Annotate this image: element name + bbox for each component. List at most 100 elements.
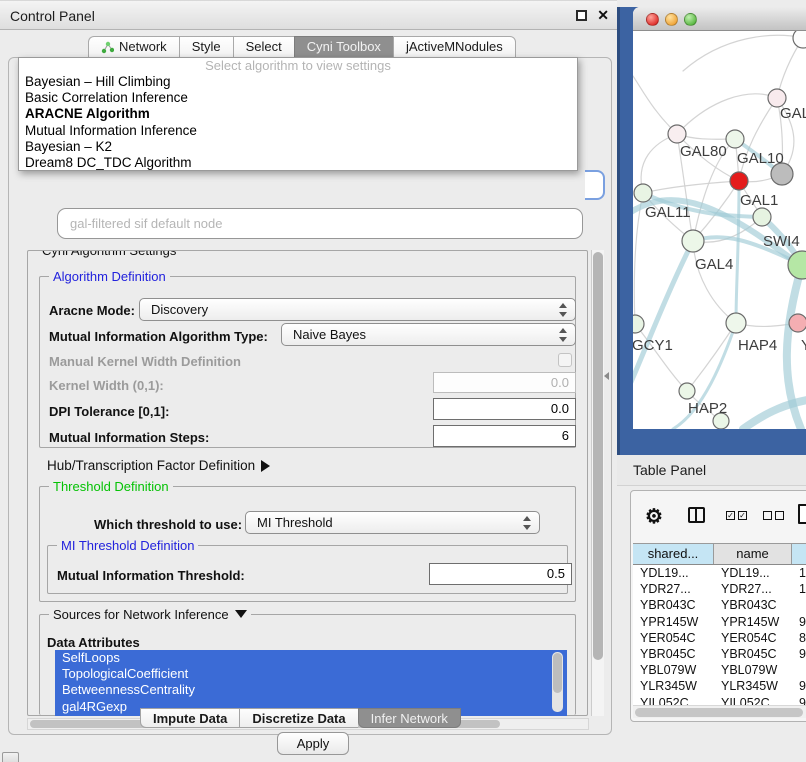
table-row[interactable]: YBR045CYBR045C9. [633,646,806,662]
corner-chip-button[interactable] [2,752,19,762]
tab-infer-network[interactable]: Infer Network [358,708,461,728]
table-row[interactable]: YLR345WYLR345W9. [633,678,806,694]
split-pane-icon[interactable] [688,507,705,523]
unchecked-box-icon [763,511,772,520]
settings-vertical-scrollbar[interactable] [591,250,604,716]
close-icon[interactable]: ✕ [597,7,609,24]
network-edge[interactable] [633,76,677,134]
cell: YBR045C [714,646,792,662]
tab-jactivemnodules[interactable]: jActiveMNodules [393,36,516,58]
hub-definition-expander[interactable]: Hub/Transcription Factor Definition [47,458,270,473]
attribute-item[interactable]: BetweennessCentrality [55,682,567,698]
zoom-traffic-light-icon[interactable] [684,13,697,26]
mi-threshold-label: Mutual Information Threshold: [57,568,245,583]
network-edge[interactable] [643,181,739,193]
table-row[interactable]: YDL19...YDL19...13 [633,565,806,581]
which-threshold-label: Which threshold to use: [94,517,242,532]
tab-cyni-toolbox-label: Cyni Toolbox [307,36,381,58]
column-header-shared-name[interactable]: shared... [633,544,714,564]
network-node[interactable] [793,31,806,48]
tab-jactivemnodules-label: jActiveMNodules [406,36,503,58]
tab-cyni-toolbox[interactable]: Cyni Toolbox [294,36,393,58]
manual-kernel-checkbox[interactable] [558,353,572,367]
table-row[interactable]: YBL079WYBL079W [633,662,806,678]
attribute-item[interactable]: SelfLoops [55,650,567,666]
aracne-mode-value: Discovery [151,302,208,317]
tab-style[interactable]: Style [179,36,233,58]
dropdown-item-selected[interactable]: ARACNE Algorithm [19,106,577,122]
network-node[interactable] [726,130,744,148]
kernel-width-label: Kernel Width (0,1): [49,378,164,393]
network-node[interactable] [679,383,695,399]
close-traffic-light-icon[interactable] [646,13,659,26]
mi-threshold-field[interactable]: 0.5 [429,563,572,585]
tab-discretize-data[interactable]: Discretize Data [239,708,357,728]
aracne-mode-label: Aracne Mode: [49,303,135,318]
algorithm-combobox-fragment[interactable] [585,170,605,200]
network-edge[interactable] [677,94,777,134]
cyni-bottom-tabs: Impute Data Discretize Data Infer Networ… [140,708,461,728]
table-horizontal-scrollbar[interactable] [633,705,806,718]
attribute-item[interactable]: TopologicalCoefficient [55,666,567,682]
dropdown-item[interactable]: Mutual Information Inference [19,123,577,139]
deselect-all-checks-icon[interactable] [763,511,784,520]
document-icon[interactable] [798,504,806,524]
scrollbar-thumb[interactable] [593,252,603,660]
network-node[interactable] [682,230,704,252]
select-all-checks-icon[interactable]: ✓ ✓ [726,511,747,520]
kernel-width-field[interactable]: 0.0 [433,372,576,393]
dpi-tolerance-field[interactable]: 0.0 [433,398,576,420]
network-node[interactable] [668,125,686,143]
network-node[interactable] [730,172,748,190]
dropdown-item[interactable]: Basic Correlation Inference [19,90,577,106]
control-panel-title: Control Panel [10,8,95,24]
network-canvas[interactable]: GAL7GAL80GAL10GAL1GAL11SWI4GAL4GCY1HAP4Y… [633,31,806,429]
node-label: GAL80 [680,143,727,160]
table-row[interactable]: YDR27...YDR27...12 [633,581,806,597]
scrollbar-thumb[interactable] [553,653,562,693]
network-node[interactable] [634,184,652,202]
network-node[interactable] [789,314,806,332]
network-edge[interactable] [736,181,739,323]
network-edge[interactable] [633,241,693,391]
aracne-mode-combobox[interactable]: Discovery [139,298,576,321]
attribute-list-scrollbar[interactable] [552,652,563,712]
tab-network[interactable]: Network [88,36,179,58]
table-header-row: shared... name [633,543,806,565]
network-edge[interactable] [683,35,803,71]
network-selector-combobox[interactable]: gal-filtered sif default node [57,208,583,239]
cell: YLR345W [633,678,714,694]
network-window-titlebar[interactable] [633,7,806,31]
network-node[interactable] [753,208,771,226]
column-header-clipped[interactable] [792,544,806,564]
sources-expander[interactable]: Sources for Network Inference [49,607,251,622]
dropdown-item[interactable]: Bayesian – K2 [19,139,577,155]
which-threshold-combobox[interactable]: MI Threshold [245,511,540,534]
tab-select[interactable]: Select [233,36,294,58]
mi-type-combobox[interactable]: Naive Bayes [281,323,576,346]
network-window[interactable]: GAL7GAL80GAL10GAL1GAL11SWI4GAL4GCY1HAP4Y… [633,7,806,429]
table-row[interactable]: YPR145WYPR145W9. [633,614,806,630]
minimize-traffic-light-icon[interactable] [665,13,678,26]
apply-button[interactable]: Apply [277,732,349,755]
node-label: GAL1 [740,192,778,209]
cell [792,662,806,678]
table-row[interactable]: YER054CYER054C8. [633,630,806,646]
dropdown-item[interactable]: Dream8 DC_TDC Algorithm [19,155,577,171]
float-window-icon[interactable] [576,10,587,21]
column-header-name[interactable]: name [714,544,792,564]
dropdown-item[interactable]: Bayesian – Hill Climbing [19,74,577,90]
network-edge[interactable] [739,98,777,181]
network-edge[interactable] [693,241,736,323]
gear-icon[interactable]: ⚙ [645,504,663,529]
network-node[interactable] [726,313,746,333]
table-panel-titlebar: Table Panel [617,455,806,486]
mi-steps-field[interactable]: 6 [433,425,576,447]
network-node[interactable] [633,315,644,333]
control-panel-tabs: Network Style Select Cyni Toolbox jActiv… [88,36,516,58]
divider-collapse-icon[interactable] [604,372,609,380]
tab-impute-data[interactable]: Impute Data [140,708,239,728]
table-row[interactable]: YBR043CYBR043C [633,597,806,613]
scrollbar-thumb[interactable] [635,708,803,717]
data-attributes-list[interactable]: SelfLoops TopologicalCoefficient Between… [55,650,567,716]
